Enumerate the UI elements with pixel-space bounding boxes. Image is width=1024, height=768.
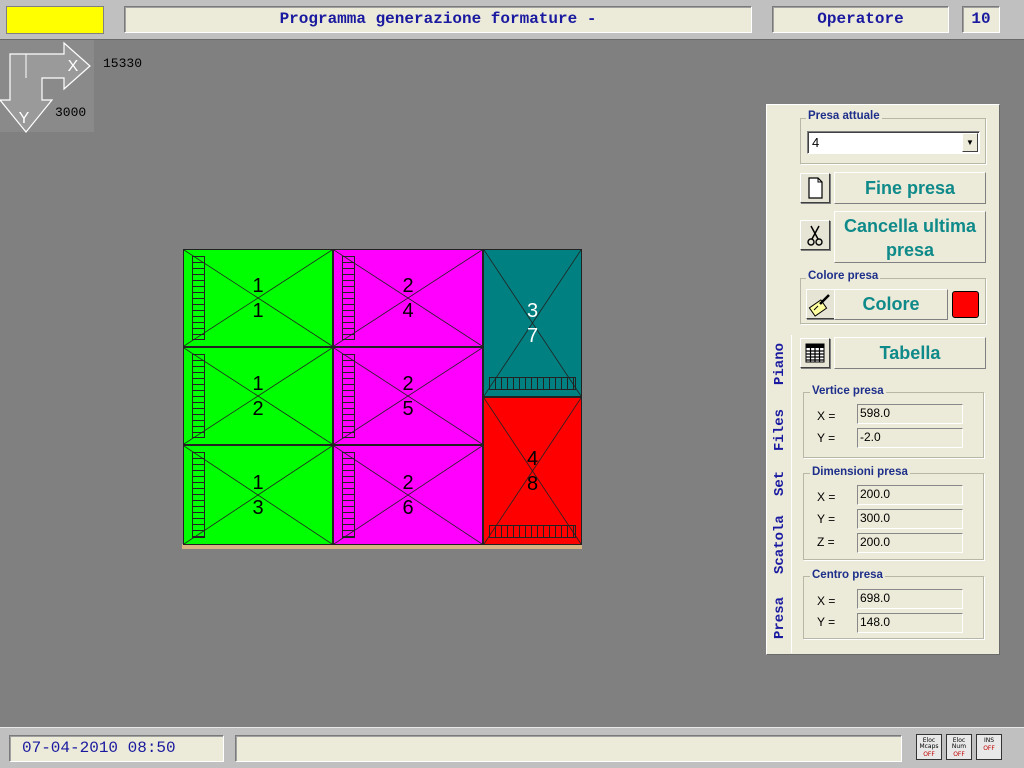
dimensioni-z-label: Z =	[817, 535, 835, 549]
box-index-number: 1	[252, 300, 264, 322]
axis-y-value: 3000	[55, 105, 87, 120]
presa-attuale-value: 4	[812, 135, 820, 150]
vertice-presa-group	[803, 392, 984, 458]
grip-ladder	[192, 452, 205, 538]
bottom-bar: 07-04-2010 08:50 Eloc Mcaps OFF Eloc Num…	[0, 727, 1024, 768]
box-index-number: 7	[526, 325, 539, 347]
presa-attuale-select[interactable]: 4 ▼	[807, 131, 980, 154]
operator-role: Operatore	[772, 6, 949, 33]
box-cross-lines	[484, 398, 581, 544]
colore-swatch[interactable]	[952, 291, 979, 318]
dimensioni-x-label: X =	[817, 490, 836, 504]
dimensioni-x-field[interactable]: 200.0	[857, 485, 963, 505]
dimensioni-y-field[interactable]: 300.0	[857, 509, 963, 529]
pallet-box[interactable]: 25	[333, 347, 483, 445]
box-index-number: 2	[252, 398, 264, 420]
top-bar: Programma generazione formature - Operat…	[0, 0, 1024, 40]
box-cross-lines	[184, 250, 332, 346]
pallet-box[interactable]: 26	[333, 445, 483, 545]
status-indicator	[6, 6, 104, 34]
vertice-x-label: X =	[817, 409, 836, 423]
pallet-box[interactable]: 48	[483, 397, 582, 545]
centro-x-field[interactable]: 698.0	[857, 589, 963, 609]
centro-x-label: X =	[817, 594, 836, 608]
colore-presa-label: Colore presa	[806, 270, 881, 282]
grip-ladder	[342, 256, 355, 340]
num-lock-indicator-icon: Eloc Num OFF	[946, 734, 972, 760]
box-layer-number: 4	[526, 448, 539, 470]
pallet-box[interactable]: 12	[183, 347, 333, 445]
dropdown-arrow-icon[interactable]: ▼	[962, 133, 978, 152]
caps-lock-indicator-state: OFF	[923, 751, 935, 758]
num-lock-indicator-mid: Num	[951, 743, 967, 750]
box-layer-number: 2	[402, 275, 414, 297]
vertice-presa-label: Vertice presa	[810, 385, 886, 397]
presa-attuale-label: Presa attuale	[806, 110, 882, 122]
num-lock-indicator-state: OFF	[953, 751, 965, 758]
pallet-box[interactable]: 37	[483, 249, 582, 397]
box-layer-number: 1	[252, 472, 264, 494]
dimensioni-presa-label: Dimensioni presa	[810, 466, 910, 478]
tabella-button[interactable]: Tabella	[834, 337, 986, 369]
box-index-number: 4	[402, 300, 414, 322]
cancella-ultima-presa-button[interactable]: Cancella ultima presa	[834, 211, 986, 263]
box-layer-number: 3	[526, 300, 539, 322]
tab-files[interactable]: Files	[772, 399, 794, 461]
pallet-box[interactable]: 24	[333, 249, 483, 347]
box-layer-number: 1	[252, 275, 264, 297]
scissors-icon[interactable]	[800, 220, 830, 250]
axis-y-label: Y	[19, 110, 30, 127]
box-index-number: 6	[402, 497, 414, 519]
box-index-number: 5	[402, 398, 414, 420]
box-cross-lines	[334, 446, 482, 544]
pallet-box[interactable]: 11	[183, 249, 333, 347]
insert-indicator-icon: INS OFF	[976, 734, 1002, 760]
axis-x-label: X	[68, 58, 79, 75]
caps-lock-indicator-icon: Eloc Mcaps OFF	[916, 734, 942, 760]
axis-x-value: 15330	[103, 56, 143, 71]
insert-indicator-top: INS	[983, 737, 995, 744]
operator-number: 10	[962, 6, 1000, 33]
box-cross-lines	[184, 446, 332, 544]
box-index-number: 8	[526, 473, 539, 495]
box-index-number: 3	[252, 497, 264, 519]
grip-ladder	[489, 377, 576, 390]
window-title: Programma generazione formature -	[124, 6, 752, 33]
box-layer-number: 1	[252, 373, 264, 395]
box-cross-lines	[334, 250, 482, 346]
grip-ladder	[342, 452, 355, 538]
insert-indicator-state: OFF	[983, 745, 995, 752]
grip-ladder	[342, 354, 355, 438]
table-icon[interactable]	[800, 338, 830, 368]
status-message	[235, 735, 902, 762]
box-cross-lines	[334, 348, 482, 444]
tab-presa[interactable]: Presa	[772, 590, 794, 646]
vertice-y-field[interactable]: -2.0	[857, 428, 963, 448]
box-layer-number: 2	[402, 373, 414, 395]
caps-lock-indicator-mid: Mcaps	[919, 743, 939, 750]
grip-ladder	[192, 256, 205, 340]
colore-button[interactable]: Colore	[834, 289, 948, 320]
fine-presa-button[interactable]: Fine presa	[834, 172, 986, 204]
centro-presa-label: Centro presa	[810, 569, 885, 581]
pallet-box[interactable]: 13	[183, 445, 333, 545]
paintbrush-icon[interactable]	[806, 289, 836, 319]
box-layer-number: 2	[402, 472, 414, 494]
datetime-display: 07-04-2010 08:50	[9, 735, 224, 762]
box-cross-lines	[484, 250, 581, 396]
dimensioni-y-label: Y =	[817, 512, 836, 526]
grip-ladder	[489, 525, 576, 538]
new-page-icon[interactable]	[800, 173, 830, 203]
centro-y-field[interactable]: 148.0	[857, 613, 963, 633]
tab-piano[interactable]: Piano	[772, 334, 794, 394]
properties-panel: Presa attuale 4 ▼ Fine presa Cancella ul…	[766, 104, 1000, 655]
grip-ladder	[192, 354, 205, 438]
vertice-y-label: Y =	[817, 431, 836, 445]
tab-set[interactable]: Set	[772, 465, 794, 501]
vertice-x-field[interactable]: 598.0	[857, 404, 963, 424]
tab-scatola[interactable]: Scatola	[772, 506, 794, 584]
box-cross-lines	[184, 348, 332, 444]
centro-y-label: Y =	[817, 615, 836, 629]
dimensioni-z-field[interactable]: 200.0	[857, 533, 963, 553]
